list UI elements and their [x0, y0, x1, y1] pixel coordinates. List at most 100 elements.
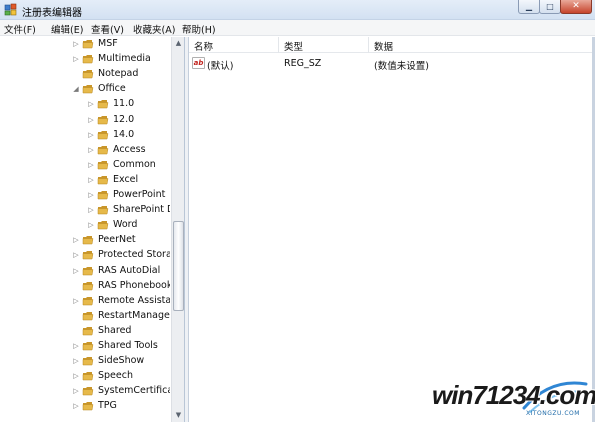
expand-icon[interactable]: ▷ [72, 250, 80, 260]
folder-icon [82, 55, 94, 64]
expand-icon[interactable]: ▷ [87, 130, 95, 140]
expand-icon[interactable]: ▷ [72, 371, 80, 381]
menu-view[interactable]: 查看(V) [91, 22, 124, 36]
tree-item-label: RestartManager [98, 309, 170, 321]
column-data[interactable]: 数据 [374, 39, 393, 53]
scroll-up-icon[interactable]: ▲ [172, 37, 185, 50]
tree-item[interactable]: ▷ SystemCertificate [0, 384, 170, 399]
tree-item[interactable]: Shared [0, 324, 170, 339]
tree-item[interactable]: RestartManager [0, 309, 170, 324]
tree-item[interactable]: ▷ 14.0 [0, 128, 170, 143]
tree-item[interactable]: ▷ Protected Storag [0, 248, 170, 263]
tree-item[interactable]: ▷ Multimedia [0, 52, 170, 67]
folder-icon [82, 311, 94, 321]
maximize-button[interactable]: □ [539, 0, 561, 14]
tree-item[interactable]: ▷ RAS AutoDial [0, 264, 170, 279]
tree-item[interactable]: ▷ Access [0, 143, 170, 158]
watermark: win71234.com XITONGZU.COM [422, 372, 595, 422]
tree-item-label: 12.0 [113, 113, 135, 125]
key-tree[interactable]: ▷ MSF ▷ Multimedia Notepad ◢ Office ▷ 11.0 ▷ 12.0 ▷… [0, 37, 185, 422]
window-title: 注册表编辑器 [22, 8, 82, 19]
tree-item[interactable]: ▷ TPG [0, 399, 170, 414]
tree-item[interactable]: RAS Phonebook [0, 279, 170, 294]
expand-icon[interactable]: ▷ [87, 175, 95, 185]
expand-icon[interactable]: ▷ [87, 190, 95, 200]
tree-item-label: SideShow [98, 355, 145, 367]
folder-icon [82, 372, 94, 381]
tree-item[interactable]: ▷ SharePoint D [0, 203, 170, 218]
tree-item[interactable]: ▷ Word [0, 218, 170, 233]
expand-icon[interactable]: ◢ [72, 84, 80, 94]
tree-item[interactable]: ▷ Speech [0, 369, 170, 384]
watermark-url: XITONGZU.COM [526, 410, 580, 417]
folder-icon [82, 387, 94, 396]
tree-item[interactable]: ▷ SideShow [0, 354, 170, 369]
expand-icon[interactable]: ▷ [72, 235, 80, 245]
expand-icon[interactable]: ▷ [87, 145, 95, 155]
scroll-thumb[interactable] [173, 221, 184, 311]
tree-item-label: Common [113, 158, 156, 170]
expand-icon[interactable]: ▷ [72, 54, 80, 64]
menu-bar: 文件(F) 编辑(E) 查看(V) 收藏夹(A) 帮助(H) [0, 20, 595, 36]
tree-item-label: Speech [98, 370, 133, 382]
expand-icon[interactable]: ▷ [72, 356, 80, 366]
watermark-text: win71234.com [432, 380, 595, 410]
menu-file[interactable]: 文件(F) [4, 22, 36, 36]
expand-icon[interactable]: ▷ [72, 296, 80, 306]
tree-item[interactable]: ▷ Common [0, 158, 170, 173]
folder-icon [82, 85, 94, 94]
close-button[interactable]: ✕ [560, 0, 592, 14]
column-name[interactable]: 名称 [194, 39, 213, 53]
tree-item[interactable]: ◢ Office [0, 82, 170, 97]
menu-favorites[interactable]: 收藏夹(A) [133, 22, 175, 36]
tree-item[interactable]: ▷ 12.0 [0, 113, 170, 128]
tree-item[interactable]: Notepad [0, 67, 170, 82]
tree-item[interactable]: ▷ 11.0 [0, 97, 170, 112]
tree-item[interactable]: ▷ Remote Assistan [0, 294, 170, 309]
tree-scrollbar[interactable]: ▲ ▼ [171, 37, 184, 422]
value-name: (默认) [207, 61, 234, 72]
expand-icon[interactable]: ▷ [87, 160, 95, 170]
value-row[interactable]: ab (默认) REG_SZ (数值未设置) [189, 56, 595, 72]
expand-icon[interactable]: ▷ [87, 205, 95, 215]
expand-icon[interactable]: ▷ [72, 401, 80, 411]
title-bar: 注册表编辑器 ▁ □ ✕ [0, 0, 595, 20]
expand-icon[interactable] [72, 281, 80, 291]
expand-icon[interactable]: ▷ [72, 39, 80, 49]
expand-icon[interactable]: ▷ [87, 99, 95, 109]
value-list[interactable]: 名称 类型 数据 ab (默认) REG_SZ (数值未设置) [189, 37, 595, 422]
minimize-button[interactable]: ▁ [518, 0, 540, 14]
menu-help[interactable]: 帮助(H) [182, 22, 216, 36]
column-type[interactable]: 类型 [284, 39, 303, 53]
tree-item[interactable]: ▷ MSF [0, 37, 170, 52]
expand-icon[interactable] [72, 69, 80, 79]
tree-item-label: Notepad [98, 68, 139, 80]
folder-icon [97, 145, 109, 154]
expand-icon[interactable] [72, 326, 80, 336]
tree-item[interactable]: ▷ PeerNet [0, 233, 170, 248]
folder-icon [97, 100, 109, 109]
expand-icon[interactable]: ▷ [87, 220, 95, 230]
expand-icon[interactable] [72, 311, 80, 321]
tree-item-label: SharePoint D [113, 204, 170, 216]
folder-icon [82, 266, 94, 275]
tree-item-label: Office [98, 83, 126, 95]
tree-item-label: TPG [98, 400, 117, 412]
scroll-down-icon[interactable]: ▼ [172, 409, 185, 422]
tree-item[interactable]: ▷ PowerPoint [0, 188, 170, 203]
expand-icon[interactable]: ▷ [72, 341, 80, 351]
expand-icon[interactable]: ▷ [72, 386, 80, 396]
menu-edit[interactable]: 编辑(E) [51, 22, 83, 36]
tree-item[interactable]: ▷ Shared Tools [0, 339, 170, 354]
tree-item-label: Multimedia [98, 53, 151, 65]
value-type: REG_SZ [284, 58, 322, 69]
column-divider[interactable] [368, 37, 369, 53]
column-divider[interactable] [278, 37, 279, 53]
expand-icon[interactable]: ▷ [72, 266, 80, 276]
tree-item-label: Shared [98, 324, 132, 336]
tree-item-label: MSF [98, 38, 118, 49]
tree-item-label: RAS Phonebook [98, 279, 170, 291]
expand-icon[interactable]: ▷ [87, 115, 95, 125]
tree-item[interactable]: ▷ Excel [0, 173, 170, 188]
folder-icon [97, 221, 109, 230]
